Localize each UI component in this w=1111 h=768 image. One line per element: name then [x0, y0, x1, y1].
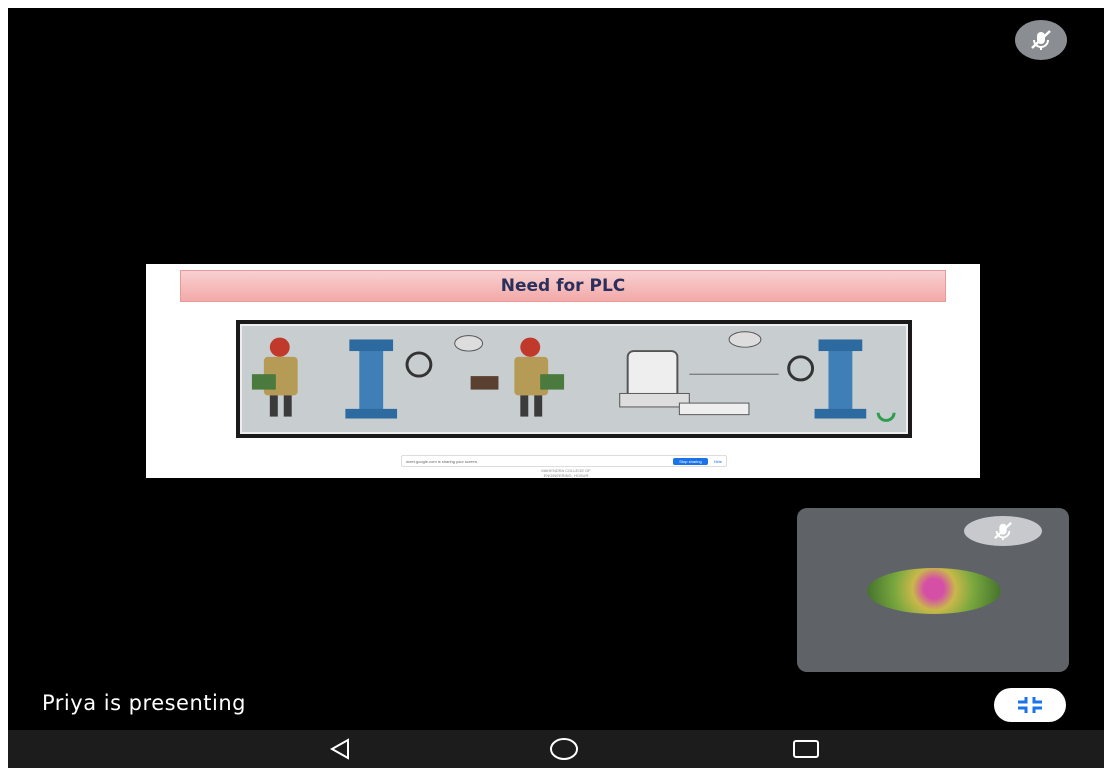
avatar — [867, 568, 1001, 614]
recents-square-icon — [793, 740, 819, 758]
home-circle-icon — [550, 738, 578, 760]
share-banner-text: meet.google.com is sharing your screen. — [406, 458, 479, 464]
recents-button[interactable] — [786, 735, 826, 763]
microphone-off-icon[interactable] — [964, 516, 1042, 546]
meet-screen: Need for PLC meet.google.com is sharing … — [8, 8, 1104, 768]
slide-footer-line: ENGINEERING, HOSUR — [543, 473, 589, 478]
screen-share-banner: meet.google.com is sharing your screen. … — [401, 455, 727, 467]
home-button[interactable] — [544, 735, 584, 763]
android-nav-bar — [8, 730, 1104, 768]
back-button[interactable] — [320, 735, 360, 763]
exit-fullscreen-icon — [1018, 697, 1042, 713]
slide-illustration — [236, 320, 912, 438]
shared-slide: Need for PLC meet.google.com is sharing … — [146, 264, 980, 478]
participant-tile[interactable] — [797, 508, 1069, 672]
presenting-status: Priya is presenting — [42, 691, 246, 715]
back-triangle-icon — [329, 738, 349, 760]
slide-title-bar: Need for PLC — [180, 270, 946, 302]
exit-fullscreen-button[interactable] — [994, 688, 1066, 722]
microphone-off-icon[interactable] — [1015, 20, 1067, 60]
stop-sharing-button[interactable]: Stop sharing — [673, 457, 708, 465]
slide-footer: MAHENDRA COLLEGE OF ENGINEERING, HOSUR — [466, 468, 666, 478]
plc-illustration-image — [251, 331, 896, 422]
hide-banner-button[interactable]: Hide — [714, 459, 722, 464]
slide-title: Need for PLC — [500, 276, 626, 296]
